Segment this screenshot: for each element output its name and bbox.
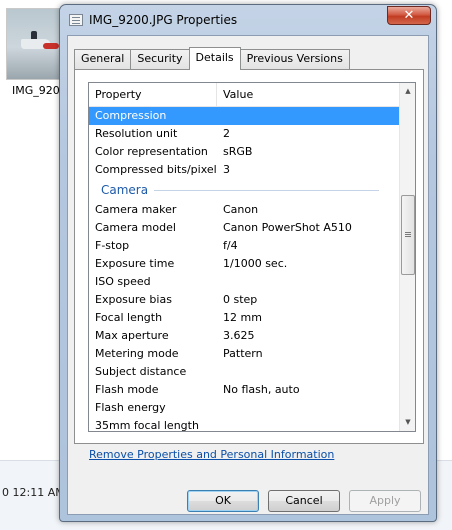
list-item[interactable]: Exposure time 1/1000 sec. (89, 255, 401, 273)
property-value: 1/1000 sec. (223, 257, 288, 270)
group-header-camera[interactable]: Camera (89, 179, 401, 201)
list-item[interactable]: Focal length 12 mm (89, 309, 401, 327)
list-item[interactable]: Flash mode No flash, auto (89, 381, 401, 399)
property-value: f/4 (223, 239, 238, 252)
properties-dialog: IMG_9200.JPG Properties ✕ General Securit… (59, 4, 437, 522)
group-label: Camera (101, 183, 149, 197)
tab-details[interactable]: Details (188, 47, 241, 70)
ok-button[interactable]: OK (187, 490, 259, 512)
property-value (217, 363, 401, 381)
scrollbar-thumb[interactable] (401, 195, 415, 275)
property-name: Compression (95, 109, 167, 122)
property-value (217, 107, 401, 125)
list-item[interactable]: Metering mode Pattern (89, 345, 401, 363)
property-value: Canon PowerShot A510 (223, 221, 352, 234)
grip-icon (405, 232, 411, 233)
list-item[interactable]: Compressed bits/pixel 3 (89, 161, 401, 179)
property-name: Metering mode (95, 347, 179, 360)
cancel-button[interactable]: Cancel (268, 490, 340, 512)
button-row: OK Cancel Apply (68, 486, 428, 516)
scroll-down-arrow-icon[interactable]: ▼ (400, 414, 415, 431)
photo-thumbnail[interactable] (6, 8, 64, 80)
list-item[interactable]: Max aperture 3.625 (89, 327, 401, 345)
dialog-body: General Security Details Previous Versions … (67, 35, 429, 515)
window-title: IMG_9200.JPG Properties (89, 13, 238, 27)
vertical-scrollbar[interactable]: ▲ ▼ (399, 83, 415, 431)
property-value: 3 (223, 163, 230, 176)
property-name: Resolution unit (95, 127, 178, 140)
column-header-value[interactable]: Value (217, 83, 401, 107)
property-value: sRGB (223, 145, 253, 158)
property-name: Color representation (95, 145, 208, 158)
property-name: Compressed bits/pixel (95, 163, 217, 176)
details-list[interactable]: Property Value Compression Resolution uni… (88, 82, 416, 432)
property-value: Canon (223, 203, 259, 216)
close-icon: ✕ (403, 8, 415, 23)
property-name: Camera maker (95, 203, 177, 216)
property-value: 0 step (223, 293, 258, 306)
close-button[interactable]: ✕ (387, 6, 431, 25)
list-item[interactable]: Flash energy (89, 399, 401, 417)
list-item[interactable]: Color representation sRGB (89, 143, 401, 161)
property-name: Exposure time (95, 257, 175, 270)
explorer-timestamp: 0 12:11 AM (2, 486, 65, 499)
details-rows: Compression Resolution unit 2 Color represe… (89, 107, 401, 432)
property-value (217, 273, 401, 291)
list-item[interactable]: Subject distance (89, 363, 401, 381)
property-name: Camera model (95, 221, 176, 234)
tab-strip: General Security Details Previous Versions (74, 47, 350, 70)
list-item[interactable]: Resolution unit 2 (89, 125, 401, 143)
property-value: 12 mm (223, 311, 262, 324)
property-value: 2 (223, 127, 230, 140)
tab-general[interactable]: General (74, 49, 132, 69)
list-item[interactable]: Exposure bias 0 step (89, 291, 401, 309)
property-value: 3.625 (223, 329, 255, 342)
property-name: ISO speed (95, 275, 151, 288)
list-item[interactable]: Camera maker Canon (89, 201, 401, 219)
remove-properties-link[interactable]: Remove Properties and Personal Informati… (89, 448, 334, 461)
property-value: No flash, auto (223, 383, 300, 396)
property-name: 35mm focal length (95, 419, 199, 432)
property-name: Focal length (95, 311, 163, 324)
apply-button[interactable]: Apply (349, 490, 421, 512)
file-icon (69, 14, 83, 26)
list-item[interactable]: Compression (89, 107, 401, 125)
list-item[interactable]: Camera model Canon PowerShot A510 (89, 219, 401, 237)
list-item[interactable]: 35mm focal length (89, 417, 401, 432)
list-item[interactable]: F-stop f/4 (89, 237, 401, 255)
list-item[interactable]: ISO speed (89, 273, 401, 291)
property-name: F-stop (95, 239, 130, 252)
property-name: Subject distance (95, 365, 187, 378)
thumbnail-boat-accent (43, 43, 59, 49)
property-name: Exposure bias (95, 293, 172, 306)
property-value: Pattern (223, 347, 263, 360)
title-bar[interactable]: IMG_9200.JPG Properties ✕ (60, 5, 436, 35)
property-value (217, 417, 401, 431)
property-value (217, 399, 401, 417)
property-name: Max aperture (95, 329, 169, 342)
group-divider (154, 189, 379, 191)
property-name: Flash energy (95, 401, 166, 414)
tab-security[interactable]: Security (130, 49, 190, 69)
list-header: Property Value (89, 83, 401, 107)
scroll-up-arrow-icon[interactable]: ▲ (400, 83, 415, 100)
tab-previous-versions[interactable]: Previous Versions (239, 49, 350, 69)
column-header-property[interactable]: Property (89, 83, 217, 107)
property-name: Flash mode (95, 383, 159, 396)
details-tab-panel: Property Value Compression Resolution uni… (74, 69, 424, 444)
